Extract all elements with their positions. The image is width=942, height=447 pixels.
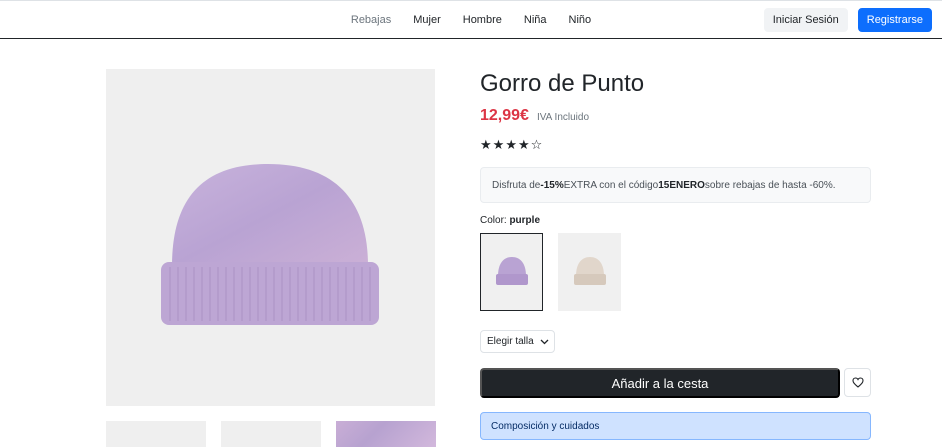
nav-link-nina[interactable]: Niña bbox=[513, 1, 558, 39]
size-select-label: Elegir talla bbox=[487, 336, 534, 347]
nav-link-mujer[interactable]: Mujer bbox=[402, 1, 452, 39]
thumbnail-3[interactable] bbox=[336, 421, 436, 447]
nav-link-rebajas[interactable]: Rebajas bbox=[340, 1, 402, 39]
promo-prefix: Disfruta de bbox=[492, 179, 541, 191]
beanie-beige-icon bbox=[573, 257, 606, 285]
star-icon: ★ bbox=[492, 137, 505, 152]
star-icon: ★ bbox=[480, 137, 492, 152]
beanie-image bbox=[161, 164, 379, 325]
nav-actions: Iniciar Sesión Registrarse bbox=[763, 8, 932, 32]
wishlist-button[interactable] bbox=[844, 368, 871, 397]
composition-accordion[interactable]: Composición y cuidados bbox=[480, 412, 871, 440]
promo-banner: Disfruta de -15% EXTRA con el código 15E… bbox=[480, 167, 871, 203]
heart-icon bbox=[851, 377, 864, 388]
nav-link-nino[interactable]: Niño bbox=[558, 1, 603, 39]
promo-discount: -15% bbox=[540, 179, 564, 191]
product-price: 12,99€ bbox=[480, 107, 529, 124]
product-title: Gorro de Punto bbox=[480, 70, 645, 97]
register-button[interactable]: Registrarse bbox=[857, 8, 932, 32]
nav-link-hombre[interactable]: Hombre bbox=[452, 1, 513, 39]
top-navbar: Rebajas Mujer Hombre Niña Niño Iniciar S… bbox=[0, 0, 942, 39]
promo-middle: EXTRA con el código bbox=[563, 179, 659, 191]
thumbnail-2[interactable] bbox=[221, 421, 321, 447]
thumbnail-1[interactable] bbox=[106, 421, 206, 447]
promo-code: 15ENERO bbox=[658, 179, 705, 191]
color-label-text: Color: bbox=[480, 215, 510, 226]
chevron-down-icon bbox=[540, 339, 549, 344]
color-value: purple bbox=[509, 215, 541, 226]
product-main-image[interactable] bbox=[106, 69, 435, 406]
color-swatch-purple[interactable] bbox=[480, 233, 543, 311]
add-to-cart-button[interactable]: Añadir a la cesta bbox=[480, 368, 840, 398]
color-swatch-beige[interactable] bbox=[558, 233, 621, 311]
beanie-purple-icon bbox=[495, 257, 528, 285]
rating-stars: ★ ★ ★ ★ ☆ bbox=[480, 137, 542, 152]
price-row: 12,99€ IVA Incluido bbox=[480, 107, 589, 125]
star-empty-icon: ☆ bbox=[530, 137, 543, 152]
color-label: Color: purple bbox=[480, 215, 540, 226]
star-icon: ★ bbox=[505, 137, 517, 152]
promo-suffix: sobre rebajas de hasta -60%. bbox=[704, 179, 836, 191]
login-button[interactable]: Iniciar Sesión bbox=[763, 8, 848, 32]
star-icon: ★ bbox=[517, 137, 530, 152]
size-select[interactable]: Elegir talla bbox=[480, 330, 555, 353]
tax-note: IVA Incluido bbox=[536, 112, 590, 123]
